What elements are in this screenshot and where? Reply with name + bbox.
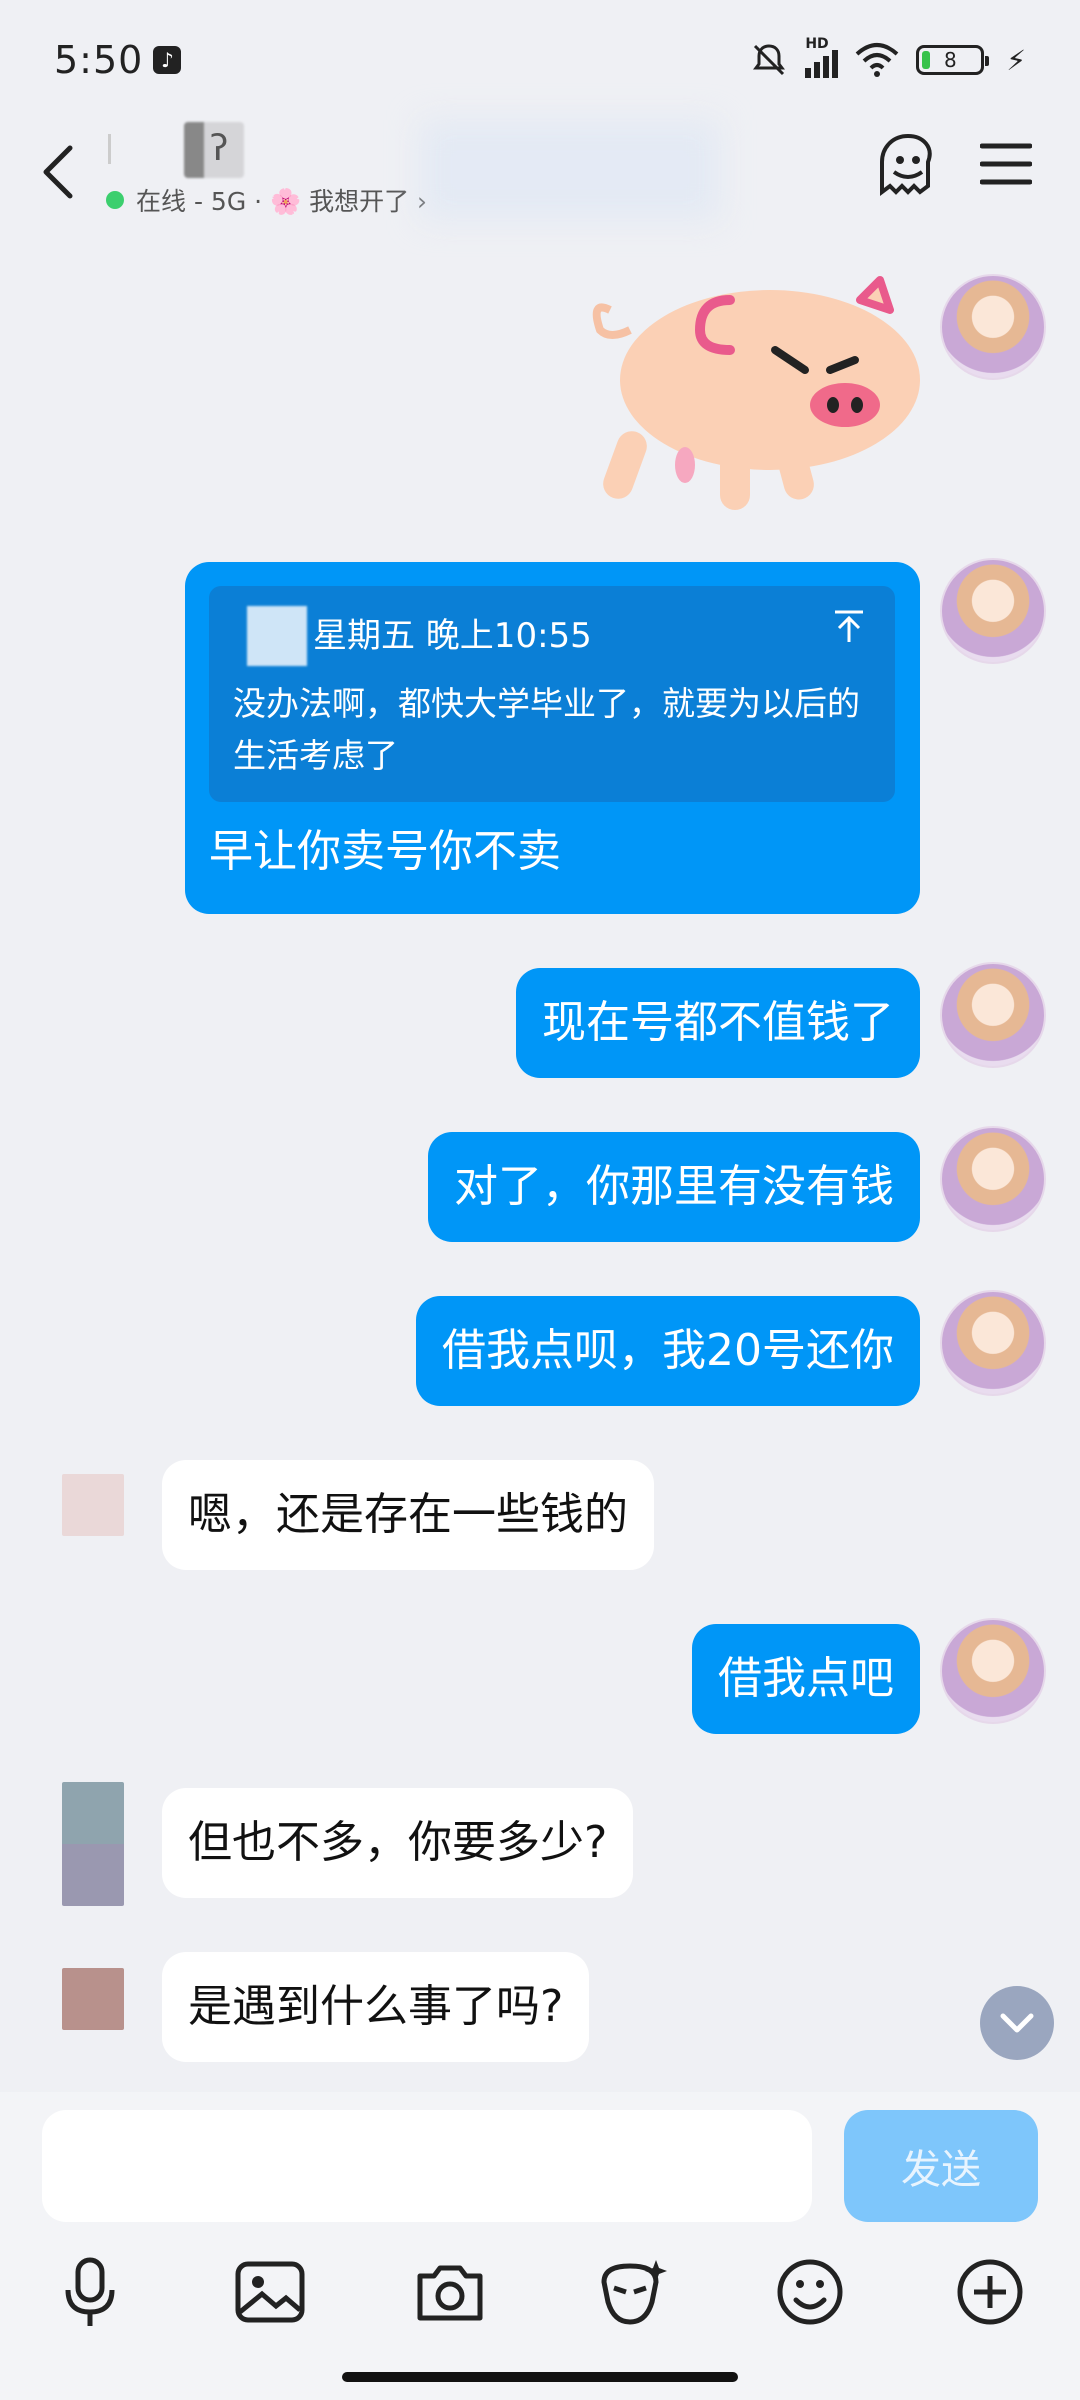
sticker-icon[interactable] [590,2252,670,2332]
message-bubble[interactable]: 对了，你那里有没有钱 [428,1132,920,1242]
menu-icon[interactable] [980,142,1032,186]
image-icon[interactable] [230,2252,310,2332]
contact-avatar[interactable] [62,1782,124,1906]
status-icons: HD 8 ⚡ [749,36,1026,80]
message-input[interactable] [42,2110,812,2222]
quoted-timestamp: 星期五 晚上10:55 [313,616,592,656]
pig-sticker[interactable] [580,270,920,520]
contact-avatar[interactable] [62,1968,124,2030]
quote-reply-bubble[interactable]: 星期五 晚上10:55 没办法啊，都快大学毕业了，就要为以后的生活考虑了 早让你… [185,562,920,914]
contact-name[interactable]: ʔ [100,120,260,180]
contact-status[interactable]: 在线 - 5G · 🌸 我想开了 › [106,182,427,218]
input-area: 发送 [0,2092,1080,2400]
contact-status-text: 在线 - 5G · 🌸 我想开了 › [136,187,428,216]
battery-level: 8 [943,48,957,72]
qq-bot-icon[interactable] [876,130,940,200]
microphone-icon[interactable] [50,2252,130,2332]
message-bubble[interactable]: 借我点吧 [692,1624,920,1734]
quoted-text: 没办法啊，都快大学毕业了，就要为以后的生活考虑了 [233,684,860,775]
self-avatar[interactable] [940,1126,1046,1232]
home-indicator[interactable] [342,2372,738,2382]
clock: 5:50 [54,38,144,82]
input-toolbar [0,2252,1080,2352]
message-bubble[interactable]: 借我点呗，我20号还你 [416,1296,920,1406]
self-avatar[interactable] [940,962,1046,1068]
bell-muted-icon [753,44,786,76]
self-avatar[interactable] [940,558,1046,664]
message-bubble[interactable]: 嗯，还是存在一些钱的 [162,1460,654,1570]
self-avatar[interactable] [940,1618,1046,1724]
quoted-avatar [247,606,307,666]
ear-icon: ʔ [210,128,229,169]
chat-header: ʔ 在线 - 5G · 🌸 我想开了 › [0,120,1080,228]
name-cursor [108,134,111,164]
message-bubble[interactable]: 是遇到什么事了吗? [162,1952,590,2062]
self-avatar[interactable] [940,1290,1046,1396]
hd-label: HD [805,36,829,52]
tiktok-notification-icon: ♪ [153,46,182,74]
self-avatar[interactable] [940,274,1046,380]
reply-text: 早让你卖号你不卖 [209,826,561,877]
back-button[interactable] [30,130,90,210]
status-bar: 5:50 ♪ HD 8 ⚡ [0,0,1080,120]
scroll-to-bottom-button[interactable] [980,1986,1054,2060]
wifi-icon [855,43,899,77]
message-bubble[interactable]: 但也不多，你要多少? [162,1788,634,1898]
signal-icon: HD [805,36,839,78]
chevron-down-icon [1000,2013,1034,2033]
quoted-message[interactable]: 星期五 晚上10:55 没办法啊，都快大学毕业了，就要为以后的生活考虑了 [209,586,895,802]
camera-icon[interactable] [410,2252,490,2332]
send-button[interactable]: 发送 [844,2110,1038,2222]
jump-to-message-icon[interactable] [829,606,869,646]
emoji-icon[interactable] [770,2252,850,2332]
message-bubble[interactable]: 现在号都不值钱了 [516,968,920,1078]
header-blur [420,120,720,220]
contact-avatar[interactable] [62,1474,124,1536]
plus-icon[interactable] [950,2252,1030,2332]
battery-icon: 8 [916,45,990,75]
charging-icon: ⚡ [1006,43,1026,77]
online-dot-icon [106,191,124,209]
